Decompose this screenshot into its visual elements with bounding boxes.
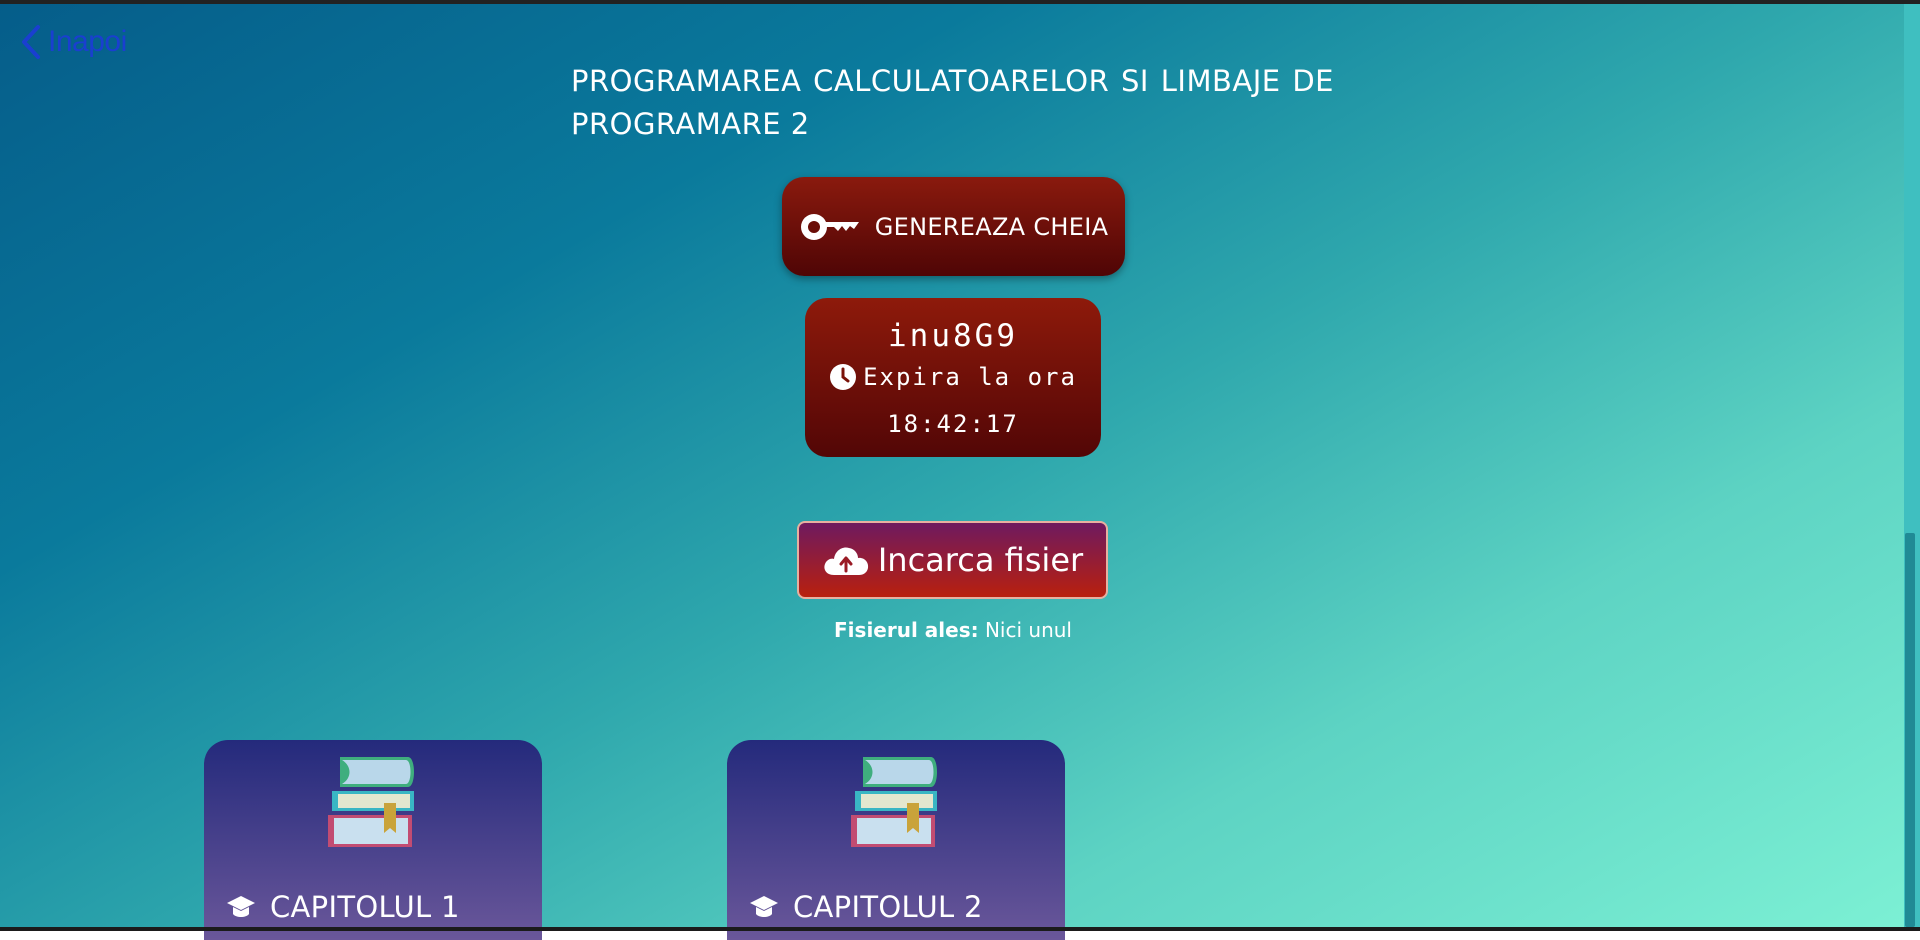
graduation-cap-icon <box>227 896 255 917</box>
upload-file-label: Incarca fisier <box>877 541 1084 579</box>
books-stack-icon <box>328 757 414 847</box>
window-bottom-border <box>0 927 1920 931</box>
back-link[interactable]: Inapoi <box>18 22 127 62</box>
chevron-left-icon <box>22 25 40 59</box>
chapter-title-1: CAPITOLUL 1 <box>226 890 460 924</box>
chosen-file-status: Fisierul ales: Nici unul <box>0 618 1906 642</box>
key-icon <box>800 213 859 240</box>
page-title: PROGRAMAREA CALCULATOARELOR SI LIMBAJE D… <box>571 64 1334 141</box>
generate-key-label: GENEREAZA CHEIA <box>874 212 1109 241</box>
key-value: inu8G9 <box>888 318 1018 354</box>
chapter-card-1[interactable]: CAPITOLUL 1 <box>204 740 542 940</box>
clock-icon <box>830 364 857 390</box>
chapter-card-2[interactable]: CAPITOLUL 2 <box>727 740 1065 940</box>
graduation-cap-icon <box>750 896 778 917</box>
scrollbar-thumb[interactable] <box>1905 533 1915 927</box>
key-expiry: Expira la ora <box>805 363 1101 391</box>
key-expiry-label: Expira la ora <box>863 363 1077 391</box>
back-link-label: Inapoi <box>48 25 127 58</box>
chosen-file-value: Nici unul <box>984 618 1072 642</box>
chapter-title-2: CAPITOLUL 2 <box>749 890 983 924</box>
upload-file-button[interactable]: Incarca fisier <box>797 521 1108 599</box>
generate-key-button[interactable]: GENEREAZA CHEIA <box>782 177 1125 276</box>
key-display: inu8G9 Expira la ora 18:42:17 <box>805 298 1101 457</box>
chapter-label: CAPITOLUL 2 <box>793 890 983 924</box>
cloud-upload-icon <box>824 547 868 575</box>
books-stack-icon <box>851 757 937 847</box>
chosen-file-label: Fisierul ales: <box>834 618 979 642</box>
chapter-label: CAPITOLUL 1 <box>270 890 460 924</box>
key-expiry-time: 18:42:17 <box>887 410 1019 438</box>
